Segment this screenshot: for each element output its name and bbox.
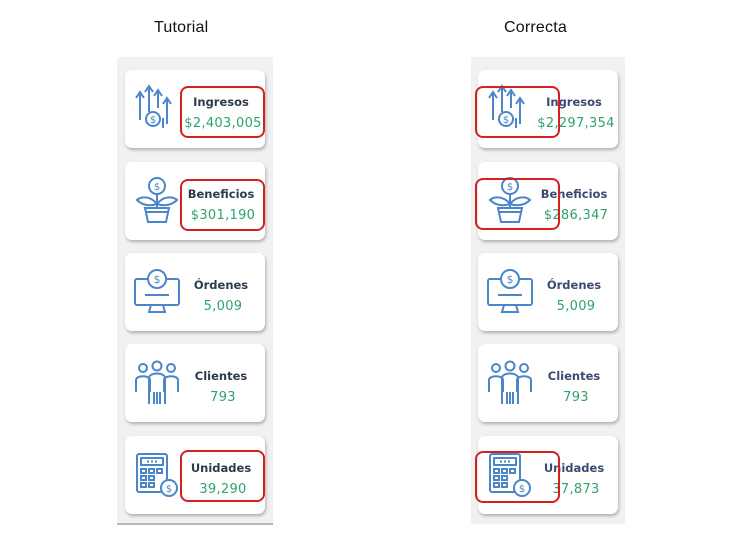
tutorial-panel-bottom-border <box>117 523 273 525</box>
highlight-box <box>475 178 560 230</box>
monitor-dollar-icon: $ <box>133 265 181 315</box>
svg-text:$: $ <box>507 273 514 286</box>
correcta-card-ordenes[interactable]: $ Órdenes 5,009 <box>478 253 618 331</box>
people-group-icon <box>486 356 534 406</box>
card-value: 5,009 <box>203 299 243 314</box>
calculator-dollar-icon: $ <box>133 448 181 498</box>
people-group-icon <box>133 356 181 406</box>
revenue-arrows-icon: $ <box>133 82 181 132</box>
correcta-card-clientes[interactable]: Clientes 793 <box>478 344 618 422</box>
svg-text:$: $ <box>154 182 160 193</box>
correcta-title: Correcta <box>504 19 567 36</box>
highlight-box <box>180 450 265 502</box>
card-value: 793 <box>563 390 589 405</box>
card-label: Clientes <box>194 369 248 383</box>
tutorial-card-clientes[interactable]: Clientes 793 <box>125 344 265 422</box>
svg-text:$: $ <box>154 273 161 286</box>
highlight-box <box>180 179 265 231</box>
money-plant-icon: $ <box>133 174 181 224</box>
card-label: Clientes <box>547 369 601 383</box>
svg-text:$: $ <box>166 484 172 495</box>
svg-text:$: $ <box>150 115 156 126</box>
monitor-dollar-icon: $ <box>486 265 534 315</box>
tutorial-card-ordenes[interactable]: $ Órdenes 5,009 <box>125 253 265 331</box>
card-label: Órdenes <box>193 278 249 292</box>
tutorial-title: Tutorial <box>154 19 209 36</box>
card-label: Órdenes <box>546 278 602 292</box>
highlight-box <box>475 86 560 138</box>
card-value: 5,009 <box>556 299 596 314</box>
card-value: 793 <box>210 390 236 405</box>
highlight-box <box>475 451 560 503</box>
highlight-box <box>180 86 265 138</box>
